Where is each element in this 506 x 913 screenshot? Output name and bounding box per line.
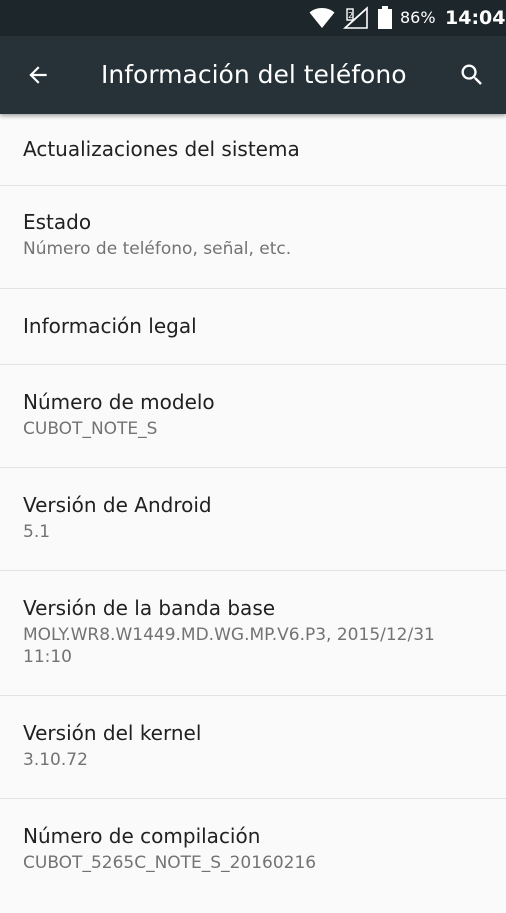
list-item-title: Número de modelo [23,390,215,414]
signal-icon: 2 [343,6,368,29]
list-item-title: Versión de la banda base [23,596,276,620]
wifi-icon [309,8,335,28]
list-item-kernel-version[interactable]: Versión del kernel 3.10.72 [0,696,506,799]
list-item-model-number[interactable]: Número de modelo CUBOT_NOTE_S [0,365,506,468]
list-item-summary: 3.10.72 [23,750,88,770]
list-item-system-updates[interactable]: Actualizaciones del sistema [0,114,506,186]
search-icon [461,64,482,85]
list-item-title: Actualizaciones del sistema [23,137,300,161]
list-item-status[interactable]: Estado Número de teléfono, señal, etc. [0,186,506,289]
list-item-summary: Número de teléfono, señal, etc. [23,239,292,259]
list-item-summary: CUBOT_5265C_NOTE_S_20160216 [23,853,317,873]
list-item-legal-info[interactable]: Información legal [0,289,506,365]
battery-percentage: 86% [400,8,436,27]
arrow-back-icon [29,66,47,84]
list-item-baseband-version[interactable]: Versión de la banda base MOLY.WR8.W1449.… [0,571,506,696]
list-item-title: Estado [23,210,92,234]
battery-icon [378,6,392,29]
list-item-summary: CUBOT_NOTE_S [23,419,158,439]
list-item-summary: 5.1 [23,522,51,542]
settings-list: Actualizaciones del sistema Estado Númer… [0,114,506,913]
page-title: Información del teléfono [101,60,407,89]
clock: 14:04 [445,7,506,29]
list-item-summary: MOLY.WR8.W1449.MD.WG.MP.V6.P3, 2015/12/3… [23,625,435,667]
svg-text:2: 2 [348,11,353,20]
back-button[interactable] [12,49,64,101]
list-item-title: Información legal [23,314,197,338]
app-toolbar: Información del teléfono [0,36,506,114]
search-button[interactable] [446,49,498,101]
list-item-title: Versión de Android [23,493,212,517]
list-item-build-number[interactable]: Número de compilación CUBOT_5265C_NOTE_S… [0,799,506,913]
status-bar: 2 86% 14:04 [0,0,506,36]
list-item-title: Número de compilación [23,824,261,848]
list-item-title: Versión del kernel [23,721,202,745]
list-item-android-version[interactable]: Versión de Android 5.1 [0,468,506,571]
